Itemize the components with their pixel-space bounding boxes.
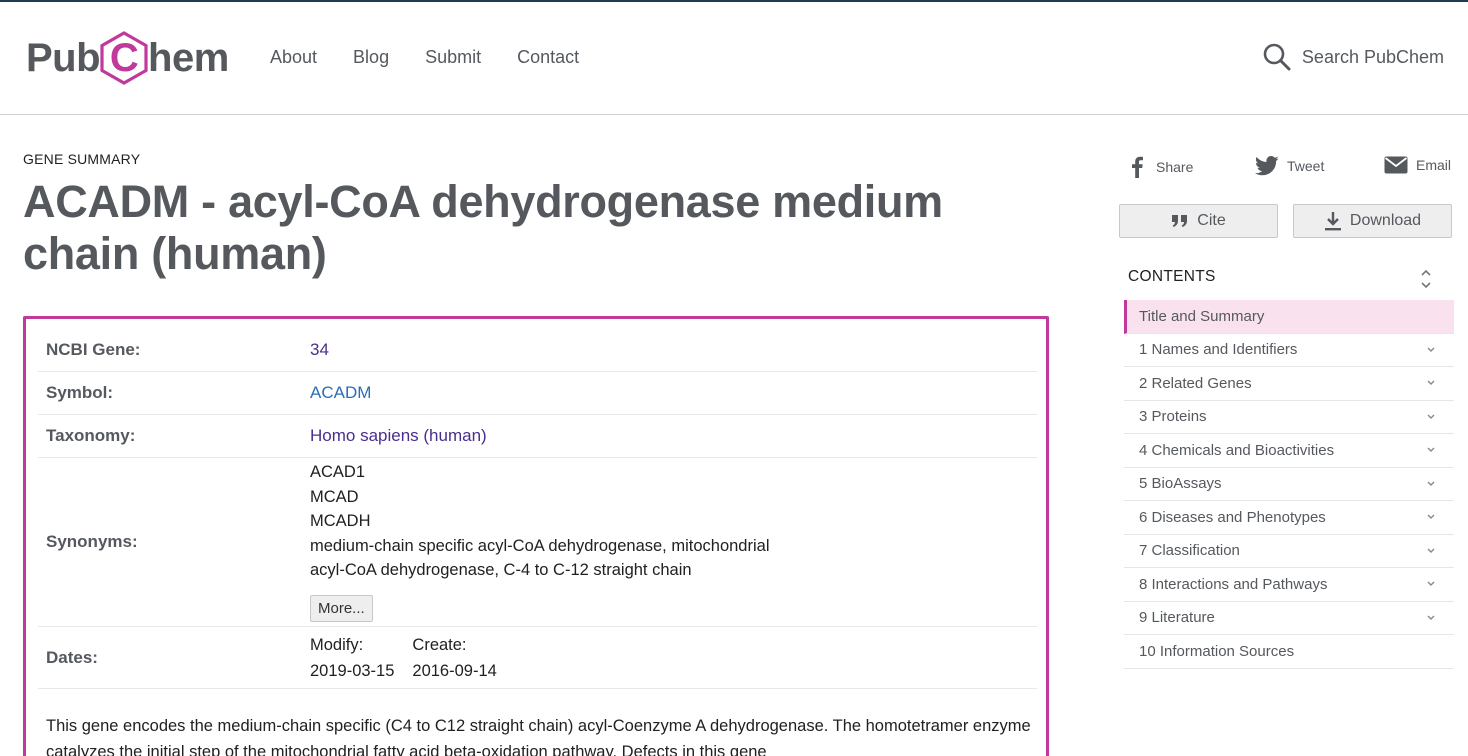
logo-hexagon: C (98, 30, 150, 86)
search-button[interactable]: Search PubChem (1262, 42, 1444, 72)
contents-title: CONTENTS (1128, 268, 1216, 285)
taxonomy-row: Taxonomy: Homo sapiens (human) (38, 415, 1037, 458)
twitter-icon (1255, 156, 1279, 176)
ncbi-gene-label: NCBI Gene: (46, 340, 141, 359)
toc-item-label: 8 Interactions and Pathways (1139, 575, 1328, 593)
download-icon (1324, 212, 1341, 231)
toc-item-label: Title and Summary (1139, 307, 1265, 325)
chevron-down-icon (1427, 615, 1435, 620)
toc-item-label: 2 Related Genes (1139, 374, 1252, 392)
toc-item-information-sources[interactable]: 10 Information Sources (1124, 635, 1454, 669)
toc-item-proteins[interactable]: 3 Proteins (1124, 401, 1454, 434)
share-label: Share (1156, 159, 1194, 175)
toc-item-label: 10 Information Sources (1139, 642, 1295, 660)
synonyms-row: Synonyms: ACAD1 MCAD MCADH medium-chain … (38, 458, 1037, 627)
toc-item-literature[interactable]: 9 Literature (1124, 602, 1454, 635)
chevron-down-icon (1427, 581, 1435, 586)
summary-box: NCBI Gene: 34 Symbol: ACADM Taxonomy: Ho… (23, 316, 1049, 756)
synonym-item: acyl-CoA dehydrogenase, C-4 to C-12 stra… (310, 561, 692, 579)
toc-item-bioassays[interactable]: 5 BioAssays (1124, 468, 1454, 501)
toc-item-classification[interactable]: 7 Classification (1124, 535, 1454, 568)
taxonomy-label: Taxonomy: (46, 426, 136, 445)
page-title: ACADM - acyl-CoA dehydrogenase medium ch… (23, 176, 943, 279)
pubchem-logo[interactable]: Pub C hem (26, 30, 229, 86)
symbol-label: Symbol: (46, 383, 114, 402)
tweet-label: Tweet (1287, 158, 1325, 174)
synonyms-list: ACAD1 MCAD MCADH medium-chain specific a… (310, 460, 769, 622)
create-date: 2016-09-14 (412, 661, 497, 680)
search-icon (1263, 43, 1291, 71)
toc-item-label: 5 BioAssays (1139, 475, 1222, 493)
share-twitter[interactable]: Tweet (1255, 156, 1324, 176)
toc-item-chemicals-and-bioactivities[interactable]: 4 Chemicals and Bioactivities (1124, 434, 1454, 468)
logo-text-right: hem (148, 35, 229, 80)
toc-item-label: 1 Names and Identifiers (1139, 341, 1298, 359)
cite-label: Cite (1197, 212, 1226, 229)
email-icon (1384, 156, 1408, 174)
chevron-down-icon (1427, 548, 1435, 553)
email-label: Email (1416, 157, 1452, 173)
chevron-down-icon (1427, 380, 1435, 385)
create-label: Create: (412, 635, 467, 654)
chevron-down-icon (1427, 481, 1435, 486)
toc-item-label: 9 Literature (1139, 609, 1215, 627)
table-of-contents: Title and Summary 1 Names and Identifier… (1124, 300, 1454, 669)
facebook-icon (1132, 156, 1143, 178)
symbol-row: Symbol: ACADM (38, 372, 1037, 415)
share-facebook[interactable]: Share (1128, 156, 1193, 178)
modify-label: Modify: (310, 635, 364, 654)
ncbi-gene-row: NCBI Gene: 34 (38, 329, 1037, 372)
toc-item-diseases-and-phenotypes[interactable]: 6 Diseases and Phenotypes (1124, 501, 1454, 535)
download-button[interactable]: Download (1293, 204, 1452, 238)
synonym-item: ACAD1 (310, 463, 366, 481)
synonym-item: MCAD (310, 487, 359, 506)
chevron-down-icon (1427, 414, 1435, 419)
main-nav: About Blog Submit Contact (270, 47, 615, 68)
gene-description: This gene encodes the medium-chain speci… (46, 717, 1031, 756)
synonym-item: medium-chain specific acyl-CoA dehydroge… (310, 536, 770, 555)
chevron-down-icon (1427, 514, 1435, 519)
quote-icon (1172, 215, 1188, 227)
logo-text-c: C (109, 35, 139, 80)
search-label: Search PubChem (1301, 46, 1444, 67)
nav-about[interactable]: About (270, 47, 317, 68)
toc-item-related-genes[interactable]: 2 Related Genes (1124, 367, 1454, 401)
dates-row: Dates: Modify: 2019-03-15 Create: 2016-0… (38, 627, 1037, 689)
symbol-link[interactable]: ACADM (310, 383, 371, 403)
create-column: Create: 2016-09-14 (412, 632, 496, 684)
nav-blog[interactable]: Blog (353, 47, 389, 68)
nav-submit[interactable]: Submit (425, 47, 481, 68)
dates-label: Dates: (46, 647, 98, 667)
dates-values: Modify: 2019-03-15 Create: 2016-09-14 (310, 632, 497, 684)
page-kicker: GENE SUMMARY (23, 151, 141, 167)
logo-text-left: Pub (26, 35, 101, 80)
toc-item-label: 3 Proteins (1139, 408, 1207, 426)
site-header: Pub C hem About Blog Submit Contact Sear… (0, 2, 1468, 115)
synonyms-more-button[interactable]: More... (310, 594, 373, 622)
nav-contact[interactable]: Contact (517, 47, 579, 68)
synonym-item: MCADH (310, 512, 371, 530)
share-email[interactable]: Email (1384, 156, 1451, 174)
toc-item-label: 4 Chemicals and Bioactivities (1139, 441, 1335, 459)
modify-column: Modify: 2019-03-15 (310, 632, 394, 684)
ncbi-gene-link[interactable]: 34 (310, 340, 329, 360)
synonyms-label: Synonyms: (46, 532, 138, 551)
taxonomy-link[interactable]: Homo sapiens (human) (310, 426, 487, 446)
cite-button[interactable]: Cite (1119, 204, 1278, 238)
download-label: Download (1349, 212, 1422, 229)
modify-date: 2019-03-15 (310, 661, 395, 680)
toc-item-label: 6 Diseases and Phenotypes (1139, 508, 1326, 526)
chevron-down-icon (1427, 447, 1435, 452)
toc-item-interactions-and-pathways[interactable]: 8 Interactions and Pathways (1124, 568, 1454, 602)
toc-item-label: 7 Classification (1139, 542, 1240, 560)
chevron-down-icon (1427, 347, 1435, 352)
expand-collapse-icon[interactable] (1419, 268, 1433, 290)
toc-item-names-and-identifiers[interactable]: 1 Names and Identifiers (1124, 334, 1454, 367)
share-row: Share Tweet Email (1128, 156, 1451, 182)
toc-item-title-and-summary[interactable]: Title and Summary (1124, 300, 1454, 334)
